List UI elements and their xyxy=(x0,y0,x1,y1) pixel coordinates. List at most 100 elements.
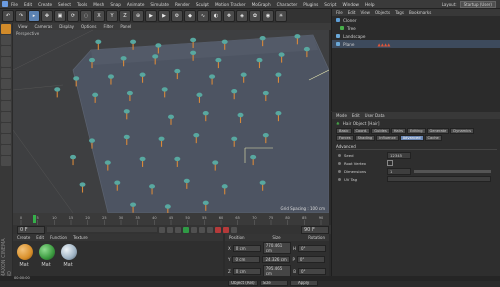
material-slot[interactable]: Mat xyxy=(57,241,79,268)
menu-edit[interactable]: Edit xyxy=(24,2,32,7)
menu-render[interactable]: Render xyxy=(175,2,190,7)
workplane-icon[interactable] xyxy=(1,145,11,155)
tab-basic[interactable]: Basic xyxy=(336,128,352,134)
tweak-mode-icon[interactable] xyxy=(1,123,11,133)
make-editable-icon[interactable] xyxy=(1,24,11,34)
texture-mode-icon[interactable] xyxy=(1,46,11,56)
move-icon[interactable]: ✥ xyxy=(41,10,53,22)
object-menu-file[interactable]: File xyxy=(336,10,343,15)
prev-key-icon[interactable] xyxy=(167,226,173,233)
menu-animate[interactable]: Animate xyxy=(127,2,145,7)
recent-tools-icon[interactable]: ◌ xyxy=(80,10,92,22)
menu-select[interactable]: Select xyxy=(58,2,71,7)
model-mode-icon[interactable] xyxy=(1,35,11,45)
object-menu-edit[interactable]: Edit xyxy=(348,10,356,15)
autokey-icon[interactable] xyxy=(223,226,229,233)
keyframe-dot[interactable] xyxy=(338,169,341,173)
keyframe-dot[interactable] xyxy=(338,161,341,165)
position-x-field[interactable]: 0 cm xyxy=(232,244,261,252)
size-x-field[interactable]: 770.461 cm xyxy=(262,242,291,254)
tab-generate[interactable]: Generate xyxy=(426,128,450,134)
dimensions-field[interactable]: 1 xyxy=(387,167,411,175)
start-frame-field[interactable]: 0 F xyxy=(17,225,45,234)
record-icon[interactable] xyxy=(215,226,221,233)
x-axis-icon[interactable]: X xyxy=(93,10,105,22)
size-y-field[interactable]: 24.326 cm xyxy=(262,256,291,263)
menu-character[interactable]: Character xyxy=(277,2,298,7)
tab-cache[interactable]: Cache xyxy=(424,135,442,141)
viewport-menu-cameras[interactable]: Cameras xyxy=(35,24,53,29)
scale-icon[interactable]: ▣ xyxy=(54,10,66,22)
lock-icon[interactable] xyxy=(1,156,11,166)
snap-icon[interactable] xyxy=(1,134,11,144)
object-row-plane[interactable]: Plane ▲▲▲▲ xyxy=(332,40,500,48)
render-view-icon[interactable]: ▶ xyxy=(145,10,157,22)
timeline-playhead[interactable] xyxy=(33,215,36,223)
render-settings-icon[interactable]: ⚙ xyxy=(171,10,183,22)
object-row-cloner[interactable]: Cloner xyxy=(332,16,500,24)
play-icon[interactable] xyxy=(183,226,189,233)
end-frame-field[interactable]: 90 F xyxy=(301,225,329,234)
enable-axis-icon[interactable] xyxy=(1,112,11,122)
rotation-h-field[interactable]: 0° xyxy=(298,244,326,252)
attribute-menu-user-data[interactable]: User Data xyxy=(365,113,385,118)
menu-motion-tracker[interactable]: Motion Tracker xyxy=(215,2,246,7)
keyframe-dot[interactable] xyxy=(338,177,341,181)
deformer-icon[interactable]: ◈ xyxy=(236,10,248,22)
rotation-p-field[interactable]: 0° xyxy=(296,256,325,263)
viewport-menu-panel[interactable]: Panel xyxy=(120,24,131,29)
y-axis-icon[interactable]: Y xyxy=(106,10,118,22)
camera-icon[interactable]: ◉ xyxy=(262,10,274,22)
undo-icon[interactable]: ↶ xyxy=(2,10,14,22)
timeline[interactable]: 0 5 10 15 20 25 30 35 40 45 50 55 60 65 70 75 80 85 90 xyxy=(13,213,329,225)
z-axis-icon[interactable]: Z xyxy=(119,10,131,22)
object-menu-tags[interactable]: Tags xyxy=(395,10,404,15)
material-menu-texture[interactable]: Texture xyxy=(73,235,88,240)
points-mode-icon[interactable] xyxy=(1,68,11,78)
coordinate-system-icon[interactable]: ⊕ xyxy=(132,10,144,22)
keyframe-dot[interactable] xyxy=(338,153,341,157)
material-slot[interactable]: Mat xyxy=(35,241,57,268)
polygons-mode-icon[interactable] xyxy=(1,90,11,100)
root-vertex-checkbox[interactable] xyxy=(387,160,393,166)
uv-mode-icon[interactable] xyxy=(1,101,11,111)
object-row-landscape[interactable]: Landscape xyxy=(332,32,500,40)
hair-tags-icon[interactable]: ▲▲▲▲ xyxy=(378,42,391,47)
position-z-field[interactable]: 0 cm xyxy=(232,267,261,275)
render-picture-viewer-icon[interactable]: ▶ xyxy=(158,10,170,22)
menu-sculpt[interactable]: Sculpt xyxy=(196,2,209,7)
viewport-menu-view[interactable]: View xyxy=(18,24,28,29)
material-ball[interactable] xyxy=(39,244,55,260)
array-icon[interactable]: ❖ xyxy=(223,10,235,22)
material-ball[interactable] xyxy=(17,244,33,260)
tab-advanced[interactable]: Advanced xyxy=(399,135,424,141)
menu-script[interactable]: Script xyxy=(324,2,336,7)
viewport-menu-display[interactable]: Display xyxy=(59,24,74,29)
viewport[interactable]: Perspective Grid Spacing : 100 cm xyxy=(13,30,329,213)
next-key-icon[interactable] xyxy=(199,226,205,233)
rotation-b-field[interactable]: 0° xyxy=(298,267,326,275)
axis-mode-icon[interactable] xyxy=(1,57,11,67)
attribute-menu-mode[interactable]: Mode xyxy=(336,113,347,118)
tab-shading[interactable]: Shading xyxy=(354,135,376,141)
dimensions-slider[interactable] xyxy=(414,169,491,173)
tab-forces[interactable]: Forces xyxy=(336,135,354,141)
tab-influence[interactable]: Influence xyxy=(376,135,399,141)
material-menu-create[interactable]: Create xyxy=(17,235,30,240)
redo-icon[interactable]: ↷ xyxy=(15,10,27,22)
menu-snap[interactable]: Snap xyxy=(110,2,121,7)
menu-file[interactable]: File xyxy=(11,2,18,7)
object-row-tree[interactable]: Tree xyxy=(332,24,500,32)
select-icon[interactable]: ▸ xyxy=(28,10,40,22)
nurbs-icon[interactable]: ◐ xyxy=(210,10,222,22)
prev-frame-icon[interactable] xyxy=(175,226,181,233)
rotate-icon[interactable]: ⟳ xyxy=(67,10,79,22)
object-menu-bookmarks[interactable]: Bookmarks xyxy=(409,10,431,15)
spline-icon[interactable]: ∿ xyxy=(197,10,209,22)
menu-mograph[interactable]: MoGraph xyxy=(252,2,271,7)
keyframe-selection-icon[interactable] xyxy=(231,226,237,233)
menu-create[interactable]: Create xyxy=(38,2,52,7)
last-frame-icon[interactable] xyxy=(207,226,213,233)
material-slot[interactable]: Mat xyxy=(13,241,35,268)
material-menu-function[interactable]: Function xyxy=(50,235,67,240)
